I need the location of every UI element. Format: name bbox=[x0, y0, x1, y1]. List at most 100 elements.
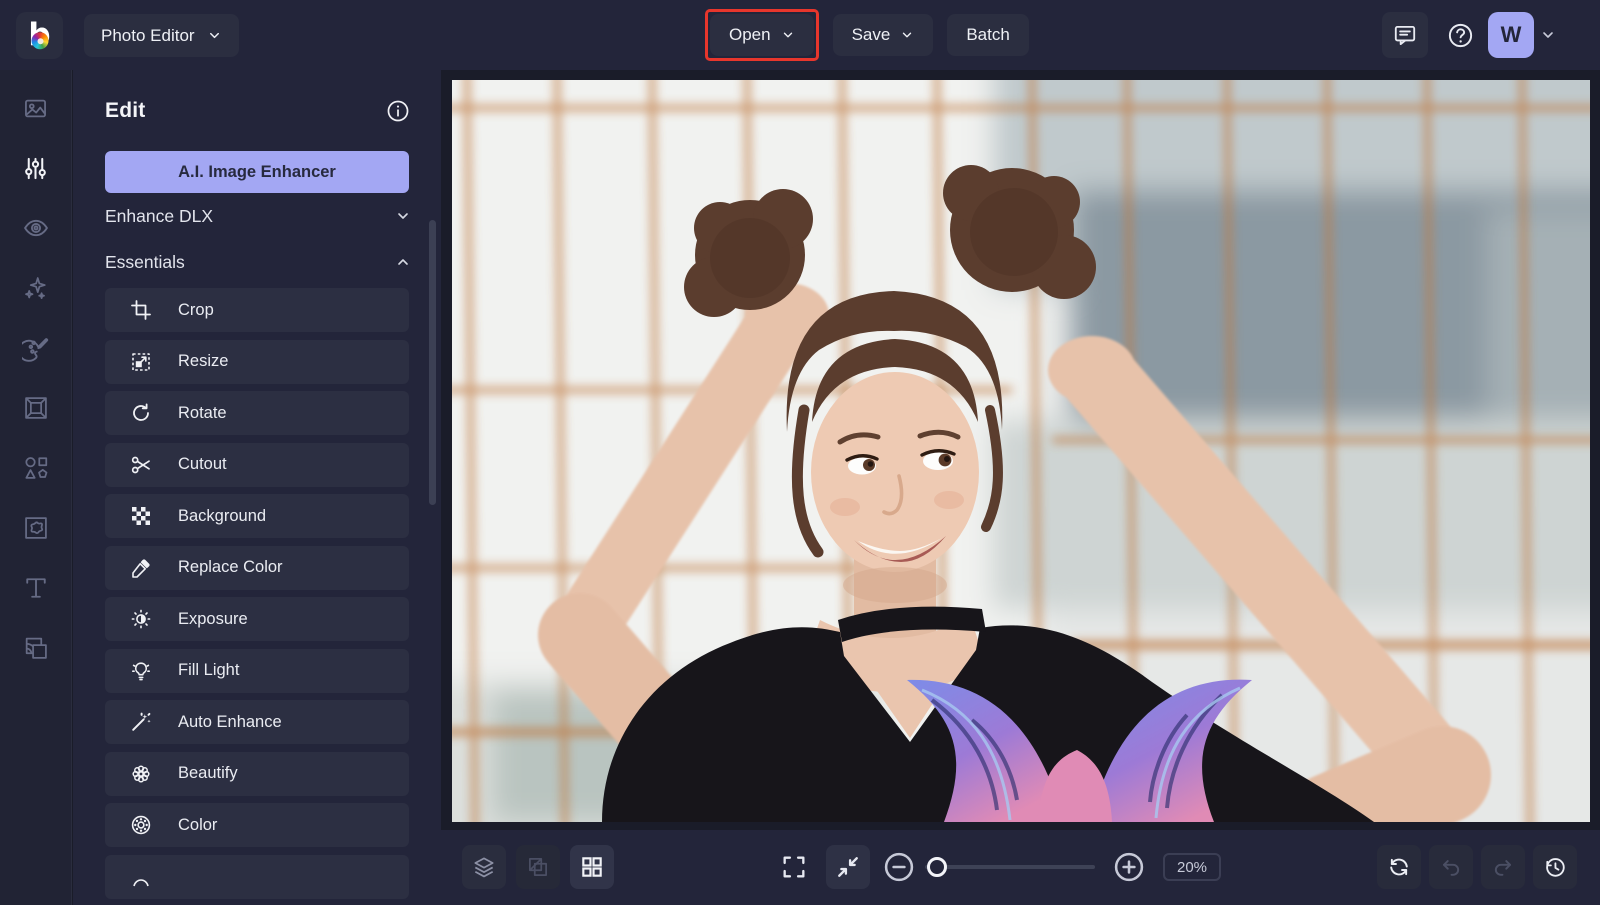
rail-item-graphics[interactable] bbox=[21, 454, 51, 482]
panel-item-auto-enhance[interactable]: Auto Enhance bbox=[105, 700, 409, 744]
chevron-down-icon bbox=[207, 28, 222, 43]
canvas-toolbar: 20% bbox=[441, 830, 1600, 905]
help-question-icon bbox=[1446, 21, 1475, 50]
grid-view-button[interactable] bbox=[570, 845, 614, 889]
item-label: Resize bbox=[178, 352, 228, 371]
checkerboard-icon bbox=[129, 504, 153, 528]
panel-scrollbar[interactable] bbox=[429, 220, 436, 505]
info-icon bbox=[385, 98, 411, 124]
batch-button[interactable]: Batch bbox=[947, 14, 1028, 56]
history-controls bbox=[1377, 845, 1577, 889]
rail-item-artsy[interactable] bbox=[21, 334, 51, 362]
redo-icon bbox=[1490, 854, 1516, 880]
section-label: Enhance DLX bbox=[105, 206, 213, 227]
annotation-highlight-box: Open bbox=[705, 9, 819, 61]
minus-circle-icon bbox=[881, 849, 917, 885]
zoom-slider-handle[interactable] bbox=[927, 857, 947, 877]
partial-tool-icon bbox=[129, 865, 153, 889]
exposure-icon bbox=[129, 607, 153, 631]
undo-icon bbox=[1438, 854, 1464, 880]
rail-item-text[interactable] bbox=[21, 574, 51, 602]
panel-item-exposure[interactable]: Exposure bbox=[105, 597, 409, 641]
panel-item-color[interactable]: Color bbox=[105, 803, 409, 847]
adjustments-icon bbox=[22, 155, 49, 182]
zoom-in-button[interactable] bbox=[1111, 849, 1147, 885]
image-manager-icon bbox=[22, 95, 49, 122]
zoom-slider-track[interactable] bbox=[925, 865, 1095, 869]
chat-bubble-icon bbox=[1392, 22, 1418, 48]
ai-image-enhancer-button[interactable]: A.I. Image Enhancer bbox=[105, 151, 409, 193]
resize-icon bbox=[129, 350, 153, 374]
help-button[interactable] bbox=[1440, 12, 1480, 58]
canvas-area: 20% bbox=[441, 70, 1600, 905]
item-label: Auto Enhance bbox=[178, 713, 282, 732]
rail-item-textures[interactable] bbox=[21, 514, 51, 542]
photo-editor-app: b Photo Editor Open Save Batch bbox=[0, 0, 1600, 905]
fit-to-screen-button[interactable] bbox=[826, 845, 870, 889]
photo-illustration bbox=[452, 80, 1590, 822]
logo-color-wheel-icon bbox=[32, 32, 49, 49]
history-button[interactable] bbox=[1533, 845, 1577, 889]
overlays-icon bbox=[22, 634, 50, 662]
rail-item-ai-tools[interactable] bbox=[21, 274, 51, 302]
app-switcher-menu[interactable]: Photo Editor bbox=[84, 14, 239, 57]
app-switcher-label: Photo Editor bbox=[101, 26, 195, 46]
chevron-down-icon bbox=[395, 208, 411, 224]
feedback-chat-button[interactable] bbox=[1382, 12, 1428, 58]
rail-item-image-manager[interactable] bbox=[21, 94, 51, 122]
edit-panel: Edit A.I. Image Enhancer Enhance DLX Ess… bbox=[73, 70, 441, 905]
panel-item-cutout[interactable]: Cutout bbox=[105, 443, 409, 487]
panel-item-rotate[interactable]: Rotate bbox=[105, 391, 409, 435]
reset-button[interactable] bbox=[1377, 845, 1421, 889]
rail-item-frames[interactable] bbox=[21, 394, 51, 422]
item-label: Fill Light bbox=[178, 661, 239, 680]
panel-title: Edit bbox=[105, 99, 145, 123]
panel-item-resize[interactable]: Resize bbox=[105, 340, 409, 384]
zoom-out-button[interactable] bbox=[881, 849, 917, 885]
panel-item-partial[interactable] bbox=[105, 855, 409, 899]
app-logo[interactable]: b bbox=[16, 12, 63, 59]
zoom-controls: 20% bbox=[881, 845, 1221, 889]
section-label: Essentials bbox=[105, 252, 185, 273]
touchup-eye-icon bbox=[22, 214, 50, 242]
account-menu-toggle[interactable] bbox=[1540, 27, 1556, 43]
info-button[interactable] bbox=[385, 98, 411, 124]
rail-item-overlays[interactable] bbox=[21, 634, 51, 662]
item-label: Crop bbox=[178, 301, 214, 320]
plus-circle-icon bbox=[1111, 849, 1147, 885]
panel-item-replace-color[interactable]: Replace Color bbox=[105, 546, 409, 590]
chevron-up-icon bbox=[395, 254, 411, 270]
user-avatar[interactable]: W bbox=[1488, 12, 1534, 58]
flower-icon bbox=[129, 762, 153, 786]
rail-item-edit[interactable] bbox=[21, 154, 51, 182]
panel-item-beautify[interactable]: Beautify bbox=[105, 752, 409, 796]
panel-item-fill-light[interactable]: Fill Light bbox=[105, 649, 409, 693]
section-enhance-dlx[interactable]: Enhance DLX bbox=[105, 193, 411, 239]
redo-button[interactable] bbox=[1481, 845, 1525, 889]
save-button[interactable]: Save bbox=[833, 14, 934, 56]
layers-button[interactable] bbox=[462, 845, 506, 889]
fullscreen-button[interactable] bbox=[772, 845, 816, 889]
rotate-icon bbox=[129, 401, 153, 425]
zoom-slider[interactable] bbox=[925, 857, 1095, 877]
panel-item-crop[interactable]: Crop bbox=[105, 288, 409, 332]
grid-icon bbox=[579, 854, 605, 880]
graphics-shapes-icon bbox=[22, 454, 50, 482]
section-essentials[interactable]: Essentials bbox=[105, 239, 411, 285]
zoom-level-readout[interactable]: 20% bbox=[1163, 853, 1221, 881]
rail-item-touchup[interactable] bbox=[21, 214, 51, 242]
open-button[interactable]: Open bbox=[710, 14, 814, 56]
undo-button[interactable] bbox=[1429, 845, 1473, 889]
essentials-item-list: Crop Resize Rotate Cutout Background Rep… bbox=[105, 288, 409, 899]
ai-sparkles-icon bbox=[22, 274, 50, 302]
open-label: Open bbox=[729, 25, 771, 45]
lightbulb-icon bbox=[129, 659, 153, 683]
panel-item-background[interactable]: Background bbox=[105, 494, 409, 538]
chevron-down-icon bbox=[900, 28, 914, 42]
fit-screen-icon bbox=[834, 853, 862, 881]
artsy-palette-icon bbox=[22, 334, 50, 362]
save-label: Save bbox=[852, 25, 891, 45]
scissors-icon bbox=[129, 453, 153, 477]
compare-button[interactable] bbox=[516, 845, 560, 889]
photo-image bbox=[452, 80, 1590, 822]
